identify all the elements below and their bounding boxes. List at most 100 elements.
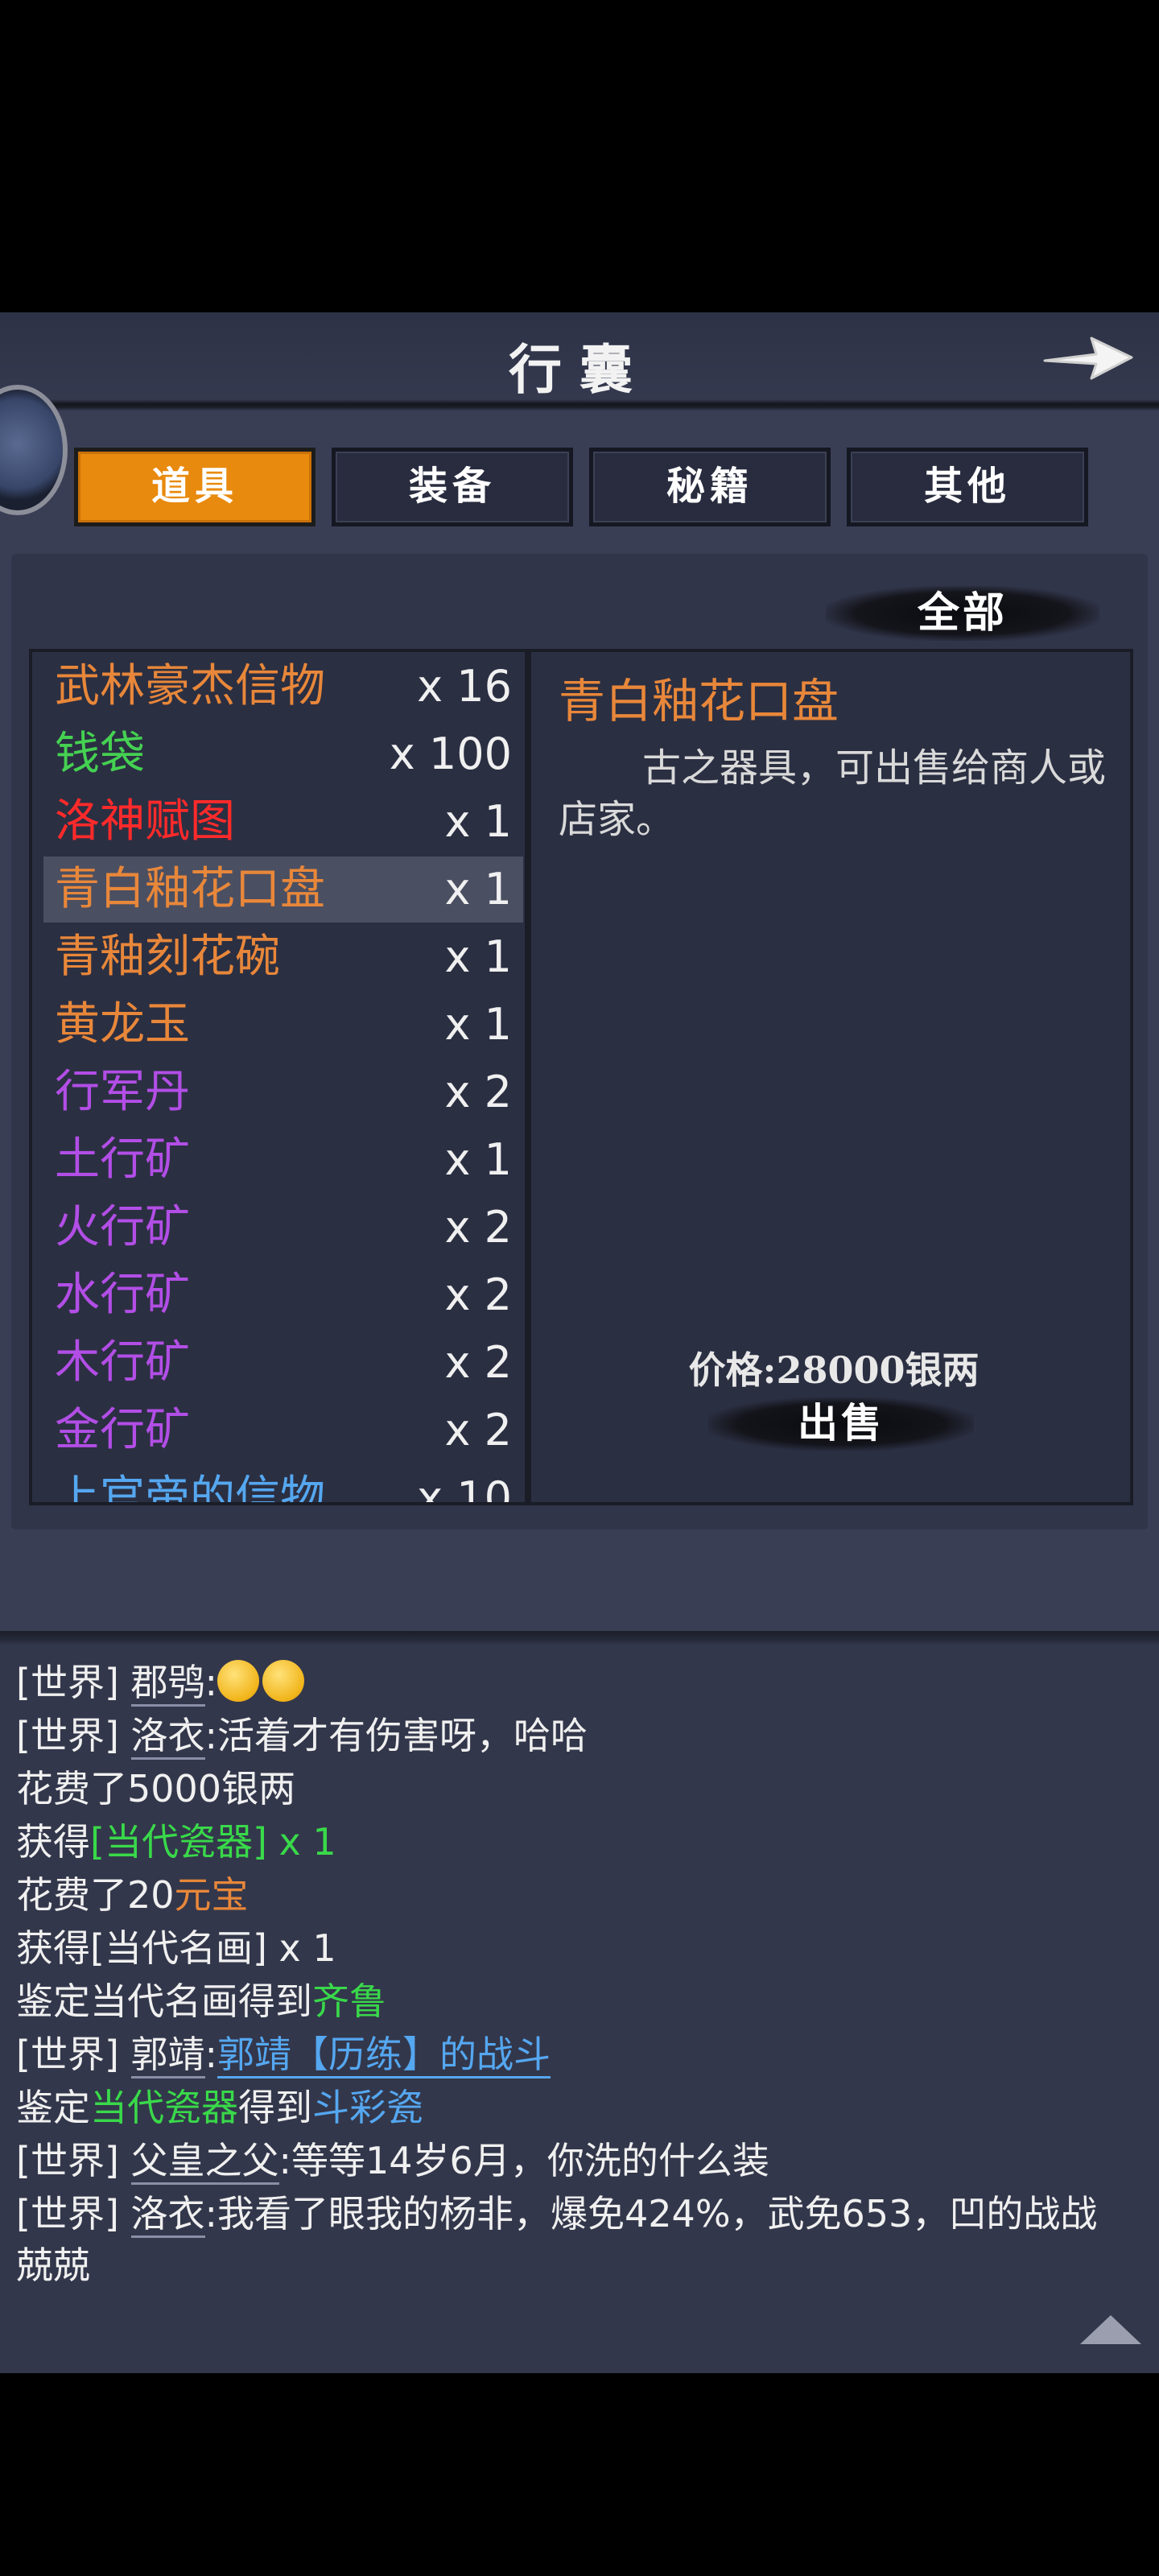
player-name[interactable]: 洛衣 — [130, 1714, 205, 1760]
item-quantity: x 1 — [444, 796, 512, 847]
list-item[interactable]: 青白釉花口盘 x 1 — [43, 857, 523, 923]
chat-line: [世界] 洛衣:我看了眼我的杨非，爆免424%，武免653，凹的战战兢兢 — [16, 2188, 1127, 2291]
item-name: 武林豪杰信物 — [55, 660, 325, 712]
list-item[interactable]: 水行矿 x 2 — [43, 1262, 523, 1328]
chat-text: [世界] — [16, 1661, 131, 1704]
chat-line: [世界] 郭靖:郭靖【历练】的战斗 — [16, 2029, 1127, 2080]
tab-equipment[interactable]: 装备 — [332, 448, 573, 526]
list-item[interactable]: 洛神赋图 x 1 — [43, 789, 523, 855]
chat-text: : — [204, 1661, 218, 1704]
page-title: 行囊 — [509, 338, 650, 401]
chat-text: 花费了5000银两 — [16, 1767, 296, 1810]
tab-manuals[interactable]: 秘籍 — [589, 448, 831, 526]
chat-line: 获得[当代瓷器] x 1 — [16, 1816, 1127, 1868]
chat-text: 花费了20 — [16, 1873, 175, 1917]
price-label: 价格:28000银两 — [688, 1348, 980, 1392]
item-name: 洛神赋图 — [55, 795, 235, 848]
list-item[interactable]: 火行矿 x 2 — [43, 1195, 523, 1261]
chat-text: 斗彩瓷 — [312, 2086, 423, 2129]
item-name: 上官帝的信物 — [55, 1472, 325, 1505]
list-item[interactable]: 土行矿 x 1 — [43, 1127, 523, 1193]
list-item[interactable]: 上官帝的信物 x 10 — [43, 1465, 523, 1505]
item-name: 行军丹 — [55, 1066, 190, 1118]
item-name: 青釉刻花碗 — [55, 931, 280, 983]
chat-log[interactable]: [世界] 郡鸮: [世界] 洛衣:活着才有伤害呀，哈哈 花费了5000银两 获得[当代… — [0, 1634, 1159, 2373]
filter-button[interactable]: 全部 — [826, 578, 1099, 649]
chat-text: 元宝 — [174, 1873, 249, 1917]
filter-label: 全部 — [917, 588, 1008, 638]
tab-other[interactable]: 其他 — [847, 448, 1088, 526]
list-item[interactable]: 青釉刻花碗 x 1 — [43, 924, 523, 990]
divider — [0, 399, 1159, 411]
title-bar: 行囊 — [0, 312, 1159, 411]
inventory-panel: 行囊 道具 装备 秘籍 其他 全部 武林豪杰信物 x 16 钱袋 x 100 洛神赋图 x… — [0, 312, 1159, 1649]
battle-link[interactable]: 郭靖【历练】的战斗 — [217, 2033, 551, 2079]
chat-line: [世界] 郡鸮: — [16, 1657, 1127, 1708]
item-quantity: x 1 — [444, 1134, 512, 1185]
chat-line: 鉴定当代名画得到齐鲁 — [16, 1975, 1127, 2027]
right-arrow-icon[interactable] — [1040, 327, 1136, 388]
detail-title: 青白釉花口盘 — [559, 674, 839, 729]
status-area — [0, 0, 1159, 312]
sell-label: 出售 — [798, 1399, 885, 1447]
player-name[interactable]: 郭靖 — [130, 2033, 205, 2079]
list-item[interactable]: 木行矿 x 2 — [43, 1330, 523, 1396]
nav-area — [0, 2373, 1159, 2576]
content-panel: 全部 武林豪杰信物 x 16 钱袋 x 100 洛神赋图 x 1 青白釉花口盘 x 1 青釉刻花… — [11, 554, 1148, 1530]
chat-text: 获得 — [16, 1820, 90, 1864]
item-name: 黄龙玉 — [55, 998, 190, 1051]
chat-text: [世界] — [16, 2033, 131, 2076]
item-quantity: x 2 — [444, 1337, 512, 1388]
chat-line: 获得[当代名画] x 1 — [16, 1922, 1127, 1974]
divider — [0, 1631, 1159, 1645]
chat-text: : — [204, 2033, 218, 2076]
chat-text: :活着才有伤害呀，哈哈 — [204, 1714, 588, 1757]
list-item[interactable]: 金行矿 x 2 — [43, 1397, 523, 1463]
player-name[interactable]: 洛衣 — [130, 2192, 205, 2238]
item-name: 土行矿 — [55, 1133, 190, 1186]
item-quantity: x 2 — [444, 1405, 512, 1455]
item-quantity: x 1 — [444, 864, 512, 914]
triangle-up-icon[interactable] — [1077, 2310, 1145, 2347]
chat-line: 鉴定当代瓷器得到斗彩瓷 — [16, 2082, 1127, 2133]
smirk-emoji-icon — [217, 1660, 260, 1702]
chat-text: 齐鲁 — [312, 1979, 386, 2023]
item-quantity: x 2 — [444, 1067, 512, 1117]
list-item[interactable]: 钱袋 x 100 — [43, 721, 523, 787]
list-item[interactable]: 武林豪杰信物 x 16 — [43, 654, 523, 720]
chat-text: 获得[当代名画] x 1 — [16, 1926, 336, 1970]
item-name: 钱袋 — [55, 728, 145, 780]
item-list[interactable]: 武林豪杰信物 x 16 钱袋 x 100 洛神赋图 x 1 青白釉花口盘 x 1 青釉刻花碗 x … — [29, 649, 528, 1505]
item-detail: 青白釉花口盘 古之器具，可出售给商人或店家。 价格:28000银两 出售 — [528, 649, 1133, 1505]
chat-text: 得到 — [238, 2086, 312, 2129]
item-quantity: x 100 — [389, 729, 512, 779]
item-name: 青白釉花口盘 — [55, 863, 325, 915]
player-name[interactable]: 郡鸮 — [130, 1661, 205, 1707]
chat-text: :等等14岁6月，你洗的什么装 — [278, 2139, 769, 2182]
detail-description: 古之器具，可出售给商人或店家。 — [559, 745, 1107, 842]
item-name: 火行矿 — [55, 1201, 190, 1253]
player-name[interactable]: 父皇之父 — [130, 2139, 279, 2185]
item-quantity: x 1 — [444, 931, 512, 982]
chat-text: [世界] — [16, 2192, 131, 2235]
list-item[interactable]: 黄龙玉 x 1 — [43, 992, 523, 1058]
chat-text: 当代瓷器 — [90, 2086, 238, 2129]
list-item[interactable]: 行军丹 x 2 — [43, 1059, 523, 1125]
chat-text: 鉴定当代名画得到 — [16, 1979, 312, 2023]
sell-button[interactable]: 出售 — [708, 1393, 974, 1454]
item-name: 金行矿 — [55, 1404, 190, 1456]
item-quantity: x 10 — [417, 1472, 512, 1505]
chat-text: [世界] — [16, 2139, 131, 2182]
chat-line: 花费了20元宝 — [16, 1869, 1127, 1921]
item-quantity: x 2 — [444, 1269, 512, 1320]
tab-items[interactable]: 道具 — [74, 448, 316, 526]
chat-text: [世界] — [16, 1714, 131, 1757]
chat-line: [世界] 洛衣:活着才有伤害呀，哈哈 — [16, 1710, 1127, 1761]
chat-text: 鉴定 — [16, 2086, 90, 2129]
item-quantity: x 2 — [444, 1202, 512, 1253]
item-name: 水行矿 — [55, 1269, 190, 1321]
item-quantity: x 16 — [417, 661, 512, 712]
item-name: 木行矿 — [55, 1336, 190, 1389]
chat-line: 花费了5000银两 — [16, 1763, 1127, 1814]
smirk-emoji-icon — [262, 1660, 305, 1702]
